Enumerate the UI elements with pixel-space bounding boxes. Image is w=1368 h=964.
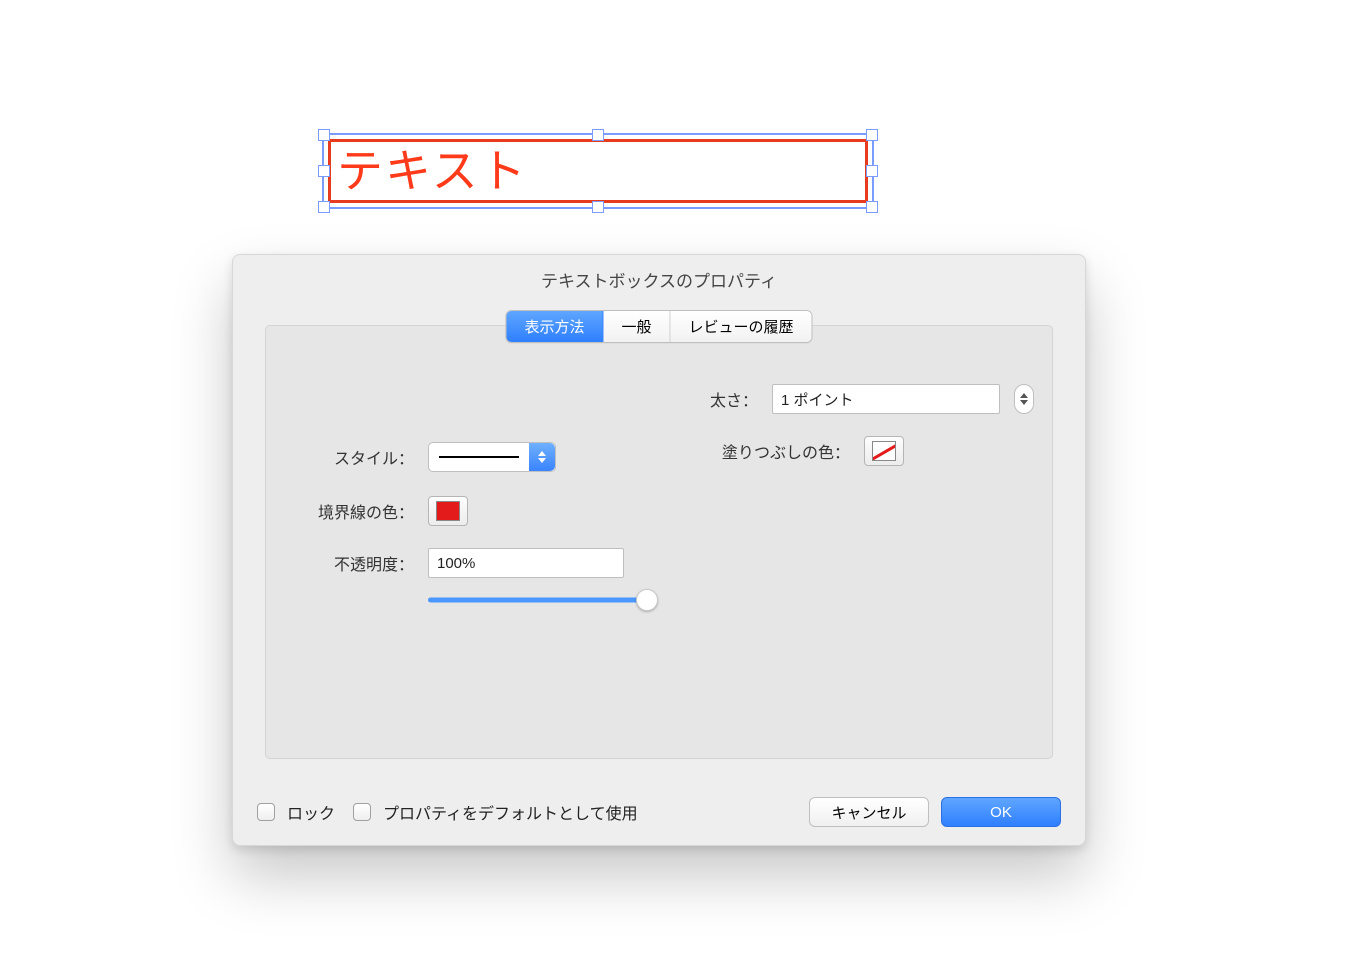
thickness-stepper[interactable] [1014, 384, 1034, 414]
resize-handle-middle-left[interactable] [318, 165, 330, 177]
selected-textbox[interactable]: テキスト [322, 133, 874, 209]
resize-handle-middle-right[interactable] [866, 165, 878, 177]
label-fill-color: 塗りつぶしの色： [682, 439, 850, 463]
slider-track [428, 598, 654, 603]
tab-display[interactable]: 表示方法 [506, 311, 603, 342]
resize-handle-bottom-left[interactable] [318, 201, 330, 213]
label-style: スタイル： [294, 445, 414, 469]
dialog-title: テキストボックスのプロパティ [233, 255, 1085, 302]
resize-handle-top-left[interactable] [318, 129, 330, 141]
opacity-input[interactable]: 100% [428, 548, 624, 578]
row-opacity: 不透明度： 100% [294, 548, 624, 578]
row-thickness: 太さ： 1 ポイント [682, 384, 1034, 414]
swatch-red-icon [436, 501, 460, 521]
use-default-checkbox[interactable] [353, 803, 371, 821]
tab-review-history[interactable]: レビューの履歴 [671, 311, 812, 342]
line-style-preview-icon [439, 456, 519, 458]
textbox-inner: テキスト [328, 139, 868, 203]
tab-panel: 表示方法 一般 レビューの履歴 スタイル： 境界線の色： 不透明度： 100% [265, 325, 1053, 759]
resize-handle-top-right[interactable] [866, 129, 878, 141]
row-fill-color: 塗りつぶしの色： [682, 436, 904, 466]
slider-knob[interactable] [636, 589, 658, 611]
chevron-down-icon [1020, 400, 1028, 405]
label-lock: ロック [287, 800, 335, 824]
resize-handle-bottom-center[interactable] [592, 201, 604, 213]
border-color-button[interactable] [428, 496, 468, 526]
ok-button[interactable]: OK [941, 797, 1061, 827]
cancel-button[interactable]: キャンセル [809, 797, 929, 827]
tab-bar: 表示方法 一般 レビューの履歴 [505, 310, 812, 343]
label-use-default: プロパティをデフォルトとして使用 [383, 800, 638, 824]
dropdown-caret-icon [529, 443, 555, 471]
row-style: スタイル： [294, 442, 556, 472]
resize-handle-top-center[interactable] [592, 129, 604, 141]
tab-general[interactable]: 一般 [603, 311, 670, 342]
chevron-up-icon [1020, 393, 1028, 398]
resize-handle-bottom-right[interactable] [866, 201, 878, 213]
opacity-slider[interactable] [428, 588, 654, 612]
swatch-none-icon [872, 441, 896, 461]
label-opacity: 不透明度： [294, 551, 414, 575]
style-dropdown[interactable] [428, 442, 556, 472]
fill-color-button[interactable] [864, 436, 904, 466]
thickness-input[interactable]: 1 ポイント [772, 384, 1000, 414]
row-border-color: 境界線の色： [294, 496, 468, 526]
textbox-text[interactable]: テキスト [337, 148, 528, 194]
label-thickness: 太さ： [682, 387, 758, 411]
label-border-color: 境界線の色： [294, 499, 414, 523]
lock-checkbox[interactable] [257, 803, 275, 821]
textbox-properties-dialog: テキストボックスのプロパティ 表示方法 一般 レビューの履歴 スタイル： 境界線… [232, 254, 1086, 846]
dialog-footer: ロック プロパティをデフォルトとして使用 キャンセル OK [257, 797, 1061, 827]
